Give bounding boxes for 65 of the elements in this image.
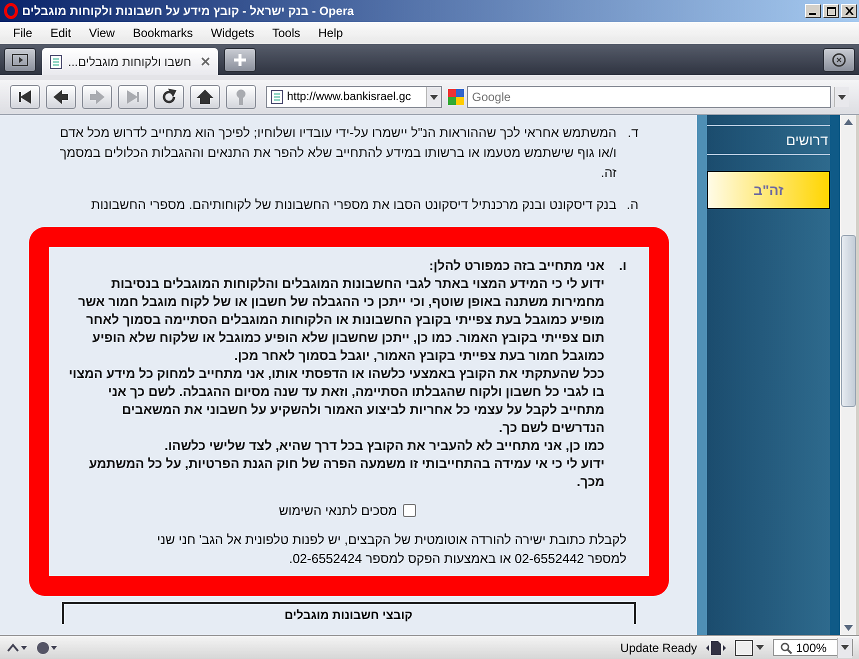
zoom-field[interactable]: 100% [773, 639, 853, 656]
sidebar-button[interactable]: זה"ב [707, 171, 830, 209]
close-button[interactable] [841, 4, 857, 18]
magnifier-icon [780, 642, 792, 654]
paragraph: המשתמש אחראי לכך שההוראות הנ"ל יישמרו על-ידי עובדיו ושלוחיו; לפיכך הוא מתחייב לדרוש מכל אדם ו/או גוף שישתמש מטעמו או ברשותו במידע להתחייב שלא להפר את התנאים וההגבלות הכלולים במסמך זה. [58, 124, 616, 182]
paragraph: כמו כן, אני מתחייב לא להעביר את הקובץ בכל דרך שהיא, לצד שלישי כלשהו. [164, 437, 604, 455]
paragraph: ידוע לי כי המידע המצוי באתר לגבי החשבונות המוגבלים והלקוחות המוגבלים בנסיבות מחמירות משתנה באופן שוטף, וכי ייתכן כי ההגבלה של חשבון או של לקוח מוגבל חמור אשר מופיע כמוגבל בעת צפייתי בקובץ החשבונות או הלקוחות המוגבלים הסתיימה בסמוך לאחר תום צפייתי בקובץ האמור. כמו כן, ייתכן שחשבון שלא הופיע כמוגבל או שלקוח שלא הופיע כמוגבל חמור בעת צפייתי בקובץ האמור, יוגבל בסמוך לאחר מכן. [77, 275, 604, 365]
maximize-icon [826, 6, 836, 16]
scroll-up-icon[interactable] [844, 119, 852, 125]
contact-text: לקבלת כתובת ישירה להורדה אוטומטית של הקבצים, יש לפנות טלפונית אל הגב' חני שני למספר 02-6552442 או באמצעות הפקס למספר 02-6552424. [156, 531, 626, 568]
sidebar-heading[interactable]: דרושים [707, 125, 830, 155]
paragraph: בנק דיסקונט ובנק מרכנתיל דיסקונט הסבו את מספרי החשבונות של לקוחותיהם. מספרי החשבונות [91, 196, 616, 214]
window-title: בנק ישראל - קובץ מידע על חשבונות ולקוחות מוגבלים - Opera [22, 4, 355, 18]
files-table-heading: קובצי חשבונות מוגבלים [62, 602, 636, 624]
menu-item[interactable]: Help [309, 24, 352, 42]
home-button[interactable] [190, 85, 220, 109]
close-icon [844, 7, 854, 15]
scrollbar-thumb[interactable] [840, 235, 856, 407]
list-marker: ה. [626, 196, 638, 214]
menu-item[interactable]: View [80, 24, 124, 42]
notice-heading: אני מתחייב בזה כמפורט להלן: [428, 257, 604, 275]
browser-tab[interactable]: ...חשבו ולקוחות מוגבלים [42, 48, 218, 75]
scroll-down-icon[interactable] [844, 625, 852, 631]
back-icon [52, 88, 70, 106]
paragraph: ככל שהעתקתי את הקובץ באמצעי כלשהו או הדפסתי אותו, אני מתחייב למחוק כל מידע המצוי בו לגבי כל חשבון ולקוח שהגבלתו הסתיימה, וזאת עד שנה מסיום ההגבלה. לשם כך אני מתחייב לקבל על עצמי כל אחריות לביצוע האמור ולהשקיע על חשבוני את המשאבים הנדרשים לשם כך. [68, 365, 604, 437]
search-engine-icon [448, 89, 464, 105]
close-tab-icon[interactable] [201, 57, 210, 66]
paragraph: ידוע לי כי אי עמידה בהתחייבותי זו משמעה הפרה של חוק הגנת הפרטיות, על כל המשתמע מכך. [88, 455, 604, 491]
rewind-icon [16, 88, 34, 106]
checkbox-label: מסכים לתנאי השימוש [278, 503, 398, 518]
page-icon[interactable] [705, 640, 727, 656]
back-button[interactable] [46, 85, 76, 109]
menu-item[interactable]: Tools [263, 24, 310, 42]
list-marker: ו. [618, 257, 626, 275]
page-icon [271, 90, 283, 104]
menu-item[interactable]: Bookmarks [124, 24, 202, 42]
closed-tabs-button[interactable] [823, 48, 855, 72]
opera-logo-icon [4, 3, 18, 19]
menu-item[interactable]: Widgets [202, 24, 264, 42]
dropdown-arrow-icon[interactable] [838, 94, 846, 100]
plus-icon [234, 54, 246, 66]
menu-item[interactable]: File [4, 24, 42, 42]
search-field[interactable]: Google [467, 86, 831, 108]
reload-button[interactable] [154, 85, 184, 109]
minimize-button[interactable] [805, 4, 821, 18]
list-marker: ד. [626, 124, 638, 142]
maximize-button[interactable] [823, 4, 839, 18]
fastforward-icon [124, 88, 142, 106]
image-icon[interactable] [735, 640, 765, 656]
panel-toggle-button[interactable] [4, 48, 36, 72]
dropdown-arrow-icon[interactable] [841, 645, 849, 650]
menu-item[interactable]: Edit [41, 24, 80, 42]
home-icon [196, 88, 214, 106]
dropdown-arrow-icon[interactable] [430, 94, 438, 100]
status-text: Update Ready [620, 640, 697, 654]
rewind-button[interactable] [10, 85, 40, 109]
new-tab-button[interactable] [224, 48, 256, 72]
panel-icon [12, 54, 28, 66]
reload-icon [160, 88, 178, 106]
circled-x-icon [831, 52, 847, 68]
forward-icon [88, 88, 106, 106]
arrows-icon[interactable] [6, 640, 28, 654]
address-field[interactable]: http://www.bankisrael.gc [266, 86, 442, 108]
page-icon [50, 54, 62, 68]
agree-checkbox[interactable] [403, 504, 416, 517]
